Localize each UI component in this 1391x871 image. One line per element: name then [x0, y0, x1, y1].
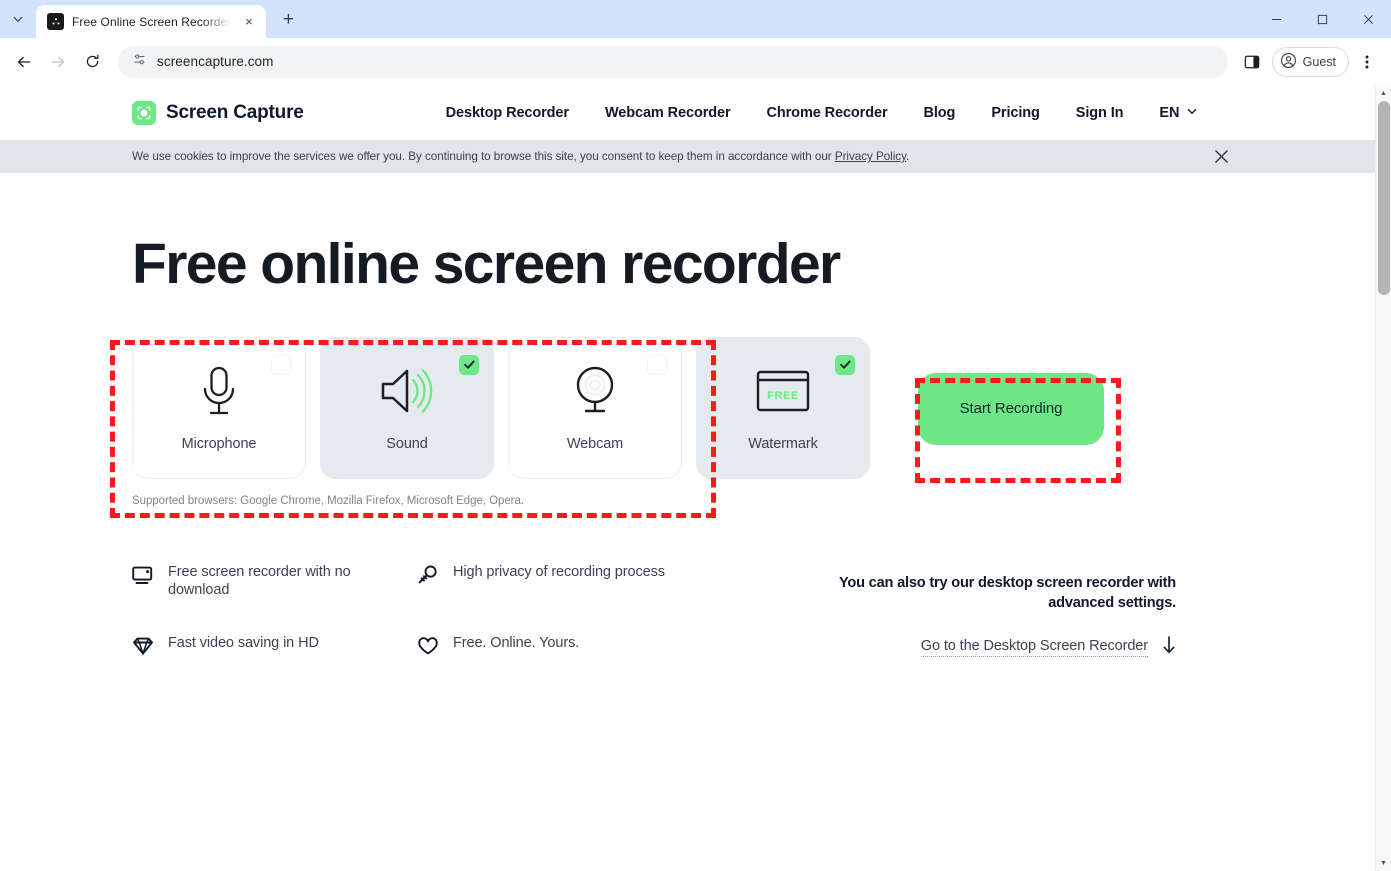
- option-card-microphone[interactable]: Microphone: [132, 336, 306, 479]
- screencapture-favicon-icon: [47, 13, 64, 30]
- tune-icon[interactable]: [132, 52, 147, 72]
- hero-section: Free online screen recorder Microphone S…: [0, 232, 1375, 661]
- nav-links: Desktop Recorder Webcam Recorder Chrome …: [428, 105, 1217, 121]
- tab-close-icon[interactable]: ×: [239, 12, 258, 31]
- browser-tab[interactable]: Free Online Screen Recorder ×: [36, 5, 267, 38]
- side-panel-icon[interactable]: [1236, 46, 1268, 78]
- features-grid: Free screen recorder with no download Hi…: [132, 563, 702, 661]
- feature-item: Free. Online. Yours.: [417, 634, 702, 661]
- forward-icon[interactable]: [42, 46, 74, 78]
- heart-icon: [417, 634, 439, 661]
- option-card-watermark[interactable]: FREE Watermark: [696, 336, 870, 479]
- diamond-icon: [132, 634, 154, 661]
- page-viewport: Screen Capture Desktop Recorder Webcam R…: [0, 85, 1391, 871]
- nav-link-pricing[interactable]: Pricing: [973, 105, 1057, 121]
- feature-text: Free screen recorder with no download: [168, 563, 351, 599]
- desktop-recorder-link[interactable]: Go to the Desktop Screen Recorder: [920, 635, 1176, 660]
- profile-chip[interactable]: Guest: [1271, 46, 1349, 77]
- address-bar-url: screencapture.com: [157, 54, 274, 69]
- scroll-down-arrow-icon[interactable]: ▼: [1376, 855, 1391, 871]
- supported-browsers-note: Supported browsers: Google Chrome, Mozil…: [132, 494, 524, 507]
- option-label-microphone: Microphone: [181, 435, 257, 452]
- microphone-icon: [193, 360, 245, 422]
- start-recording-button[interactable]: Start Recording: [918, 372, 1104, 445]
- feature-item: High privacy of recording process: [417, 563, 702, 600]
- scrollbar-track[interactable]: [1376, 101, 1391, 855]
- cookie-banner-close-icon[interactable]: [1211, 147, 1231, 167]
- cookie-banner: We use cookies to improve the services w…: [0, 140, 1375, 173]
- capture-options-row: Microphone Sound Webcam FREE Watermark S…: [132, 336, 1375, 479]
- site-navigation: Screen Capture Desktop Recorder Webcam R…: [0, 85, 1375, 140]
- tab-strip: Free Online Screen Recorder × +: [0, 0, 1391, 38]
- microphone-checkbox[interactable]: [271, 354, 291, 375]
- nav-link-desktop-recorder[interactable]: Desktop Recorder: [428, 105, 587, 121]
- cookie-banner-text: We use cookies to improve the services w…: [132, 150, 909, 163]
- features-section: Free screen recorder with no download Hi…: [132, 563, 1375, 661]
- promo-title: You can also try our desktop screen reco…: [838, 574, 1176, 611]
- window-maximize-button[interactable]: [1299, 0, 1345, 38]
- page-scrollbar[interactable]: ▲ ▼: [1375, 85, 1391, 871]
- option-card-sound[interactable]: Sound: [320, 336, 494, 479]
- svg-text:FREE: FREE: [767, 390, 799, 402]
- brand-logo[interactable]: Screen Capture: [132, 100, 304, 125]
- language-label: EN: [1159, 104, 1180, 121]
- watermark-icon: FREE: [752, 360, 814, 422]
- page-title: Free online screen recorder: [132, 232, 841, 296]
- feature-item: Fast video saving in HD: [132, 634, 417, 661]
- feature-text: High privacy of recording process: [453, 563, 665, 580]
- brand-name: Screen Capture: [166, 101, 304, 123]
- browser-window: Free Online Screen Recorder × + screenca…: [0, 0, 1391, 871]
- browser-toolbar: screencapture.com Guest: [0, 38, 1391, 85]
- desktop-recorder-promo: You can also try our desktop screen reco…: [836, 563, 1176, 661]
- window-controls: [1253, 0, 1391, 38]
- feature-item: Free screen recorder with no download: [132, 563, 417, 600]
- key-icon: [417, 563, 439, 590]
- screen-capture-logo-icon: [132, 100, 156, 125]
- nav-link-sign-in[interactable]: Sign In: [1058, 105, 1142, 121]
- nav-link-blog[interactable]: Blog: [906, 105, 974, 121]
- sound-checkbox[interactable]: [459, 354, 479, 375]
- chevron-down-icon: [1186, 105, 1198, 121]
- cookie-text-before: We use cookies to improve the services w…: [132, 150, 835, 163]
- profile-label: Guest: [1302, 54, 1336, 69]
- scrollbar-thumb[interactable]: [1378, 101, 1390, 295]
- window-close-button[interactable]: [1345, 0, 1391, 38]
- desktop-recorder-link-text: Go to the Desktop Screen Recorder: [920, 638, 1148, 658]
- nav-link-chrome-recorder[interactable]: Chrome Recorder: [749, 105, 906, 121]
- account-circle-icon: [1280, 52, 1297, 72]
- option-label-sound: Sound: [386, 435, 428, 452]
- speaker-icon: [377, 360, 437, 422]
- language-selector[interactable]: EN: [1141, 105, 1216, 121]
- feature-text: Fast video saving in HD: [168, 634, 319, 651]
- address-bar[interactable]: screencapture.com: [118, 45, 1228, 78]
- three-dot-menu-icon[interactable]: [1351, 46, 1383, 78]
- webcam-icon: [566, 360, 624, 422]
- cookie-text-after: .: [906, 150, 910, 163]
- option-card-webcam[interactable]: Webcam: [508, 336, 682, 479]
- arrow-down-icon: [1162, 635, 1176, 660]
- web-page: Screen Capture Desktop Recorder Webcam R…: [0, 85, 1375, 871]
- watermark-checkbox[interactable]: [835, 354, 855, 375]
- privacy-policy-link[interactable]: Privacy Policy: [835, 150, 906, 163]
- tab-title: Free Online Screen Recorder: [72, 14, 232, 29]
- feature-text: Free. Online. Yours.: [453, 634, 580, 651]
- back-icon[interactable]: [8, 46, 40, 78]
- option-label-watermark: Watermark: [748, 435, 818, 452]
- new-tab-button[interactable]: +: [274, 6, 302, 34]
- scroll-up-arrow-icon[interactable]: ▲: [1376, 85, 1391, 101]
- tab-search-chevron-icon[interactable]: [4, 5, 32, 33]
- webcam-checkbox[interactable]: [647, 354, 667, 375]
- window-minimize-button[interactable]: [1253, 0, 1299, 38]
- option-label-webcam: Webcam: [566, 435, 624, 452]
- monitor-icon: [132, 563, 154, 590]
- nav-link-webcam-recorder[interactable]: Webcam Recorder: [587, 105, 749, 121]
- reload-icon[interactable]: [76, 46, 108, 78]
